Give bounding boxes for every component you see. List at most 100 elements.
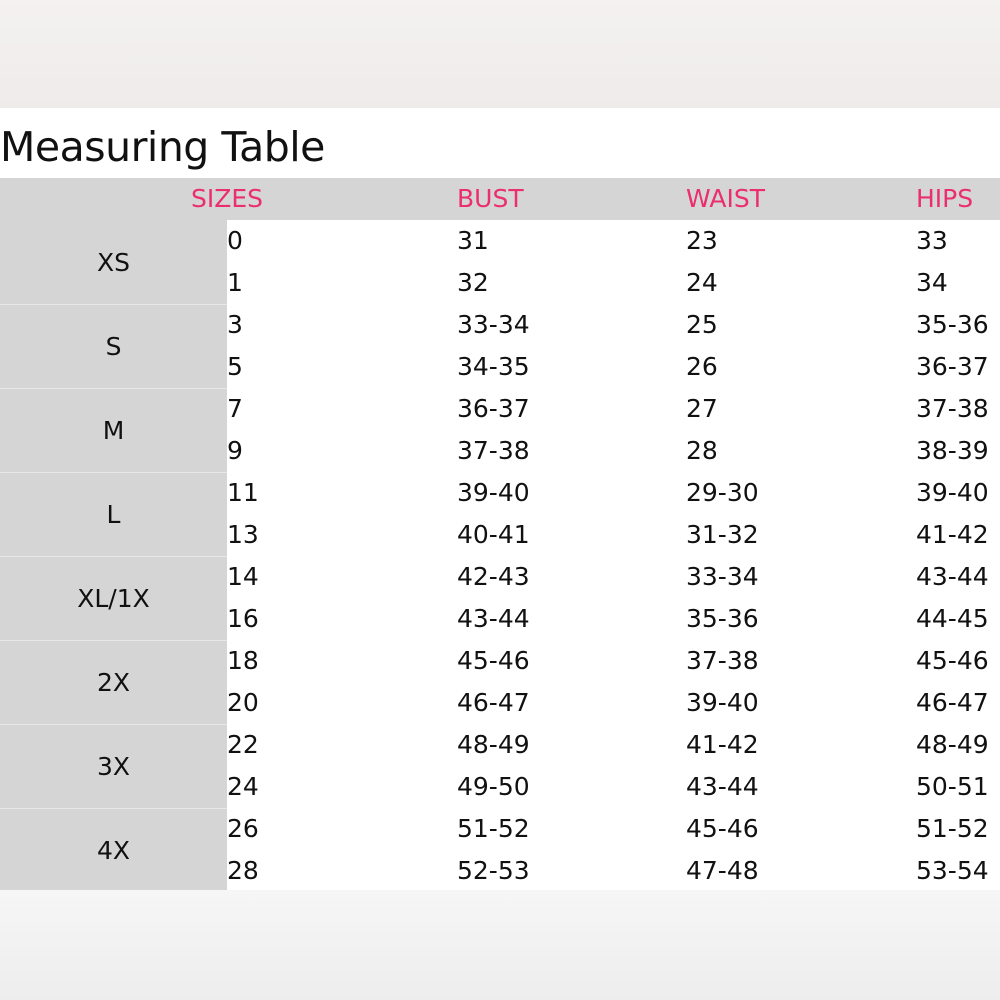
table-row: 1 32 24 34 bbox=[227, 262, 1000, 304]
size-group-label: 4X bbox=[0, 808, 227, 892]
hips-cell: 35-36 bbox=[916, 310, 989, 339]
size-number-cell: 3 bbox=[227, 310, 243, 339]
size-group-label: XS bbox=[97, 247, 130, 277]
waist-cell: 26 bbox=[686, 352, 718, 381]
size-group-label: 3X bbox=[0, 724, 227, 808]
size-number-cell: 20 bbox=[227, 688, 259, 717]
size-number-cell: 16 bbox=[227, 604, 259, 633]
bust-cell: 34-35 bbox=[457, 352, 530, 381]
waist-cell: 23 bbox=[686, 226, 718, 255]
size-number-cell: 1 bbox=[227, 268, 243, 297]
table-row: 22 48-49 41-42 48-49 bbox=[227, 724, 1000, 766]
bust-cell: 36-37 bbox=[457, 394, 530, 423]
waist-cell: 41-42 bbox=[686, 730, 759, 759]
waist-cell: 33-34 bbox=[686, 562, 759, 591]
size-number-cell: 5 bbox=[227, 352, 243, 381]
size-number-cell: 11 bbox=[227, 478, 259, 507]
size-number-cell: 24 bbox=[227, 772, 259, 801]
hips-cell: 45-46 bbox=[916, 646, 989, 675]
bust-cell: 52-53 bbox=[457, 856, 530, 885]
bust-cell: 43-44 bbox=[457, 604, 530, 633]
hips-cell: 37-38 bbox=[916, 394, 989, 423]
measuring-table-sheet: Measuring Table SIZES BUST WAIST HIPS XS… bbox=[0, 108, 1000, 890]
table-row: 9 37-38 28 38-39 bbox=[227, 430, 1000, 472]
table-row: 18 45-46 37-38 45-46 bbox=[227, 640, 1000, 682]
hips-cell: 53-54 bbox=[916, 856, 989, 885]
size-group-label: XL/1X bbox=[0, 556, 227, 640]
waist-cell: 37-38 bbox=[686, 646, 759, 675]
bust-cell: 32 bbox=[457, 268, 489, 297]
hips-cell: 41-42 bbox=[916, 520, 989, 549]
waist-cell: 28 bbox=[686, 436, 718, 465]
bust-cell: 40-41 bbox=[457, 520, 530, 549]
size-table: SIZES BUST WAIST HIPS XS S M L XL/1X 2X 3X 4X 0… bbox=[0, 178, 1000, 890]
size-group-label: 2X bbox=[0, 640, 227, 724]
bust-cell: 45-46 bbox=[457, 646, 530, 675]
table-row: 28 52-53 47-48 53-54 bbox=[227, 850, 1000, 892]
size-group-label: S bbox=[0, 304, 227, 388]
hips-cell: 36-37 bbox=[916, 352, 989, 381]
column-header-sizes: SIZES bbox=[190, 184, 264, 213]
table-body: 0 31 23 33 1 32 24 34 3 33-34 25 35-36 5 34-35 26 36-37… bbox=[227, 220, 1000, 890]
table-row: 14 42-43 33-34 43-44 bbox=[227, 556, 1000, 598]
column-header-hips: HIPS bbox=[916, 184, 974, 213]
table-row: 7 36-37 27 37-38 bbox=[227, 388, 1000, 430]
bust-cell: 39-40 bbox=[457, 478, 530, 507]
bust-cell: 31 bbox=[457, 226, 489, 255]
hips-cell: 38-39 bbox=[916, 436, 989, 465]
size-number-cell: 13 bbox=[227, 520, 259, 549]
table-row: 13 40-41 31-32 41-42 bbox=[227, 514, 1000, 556]
column-header-bust: BUST bbox=[457, 184, 524, 213]
table-row: 0 31 23 33 bbox=[227, 220, 1000, 262]
column-header-waist: WAIST bbox=[686, 184, 765, 213]
table-row: 20 46-47 39-40 46-47 bbox=[227, 682, 1000, 724]
size-number-cell: 7 bbox=[227, 394, 243, 423]
size-label-column: XS S M L XL/1X 2X 3X 4X bbox=[0, 220, 227, 890]
table-row: 11 39-40 29-30 39-40 bbox=[227, 472, 1000, 514]
hips-cell: 39-40 bbox=[916, 478, 989, 507]
size-number-cell: 14 bbox=[227, 562, 259, 591]
waist-cell: 31-32 bbox=[686, 520, 759, 549]
bust-cell: 46-47 bbox=[457, 688, 530, 717]
table-row: 5 34-35 26 36-37 bbox=[227, 346, 1000, 388]
size-number-cell: 18 bbox=[227, 646, 259, 675]
size-number-cell: 22 bbox=[227, 730, 259, 759]
waist-cell: 25 bbox=[686, 310, 718, 339]
size-group-label: M bbox=[0, 388, 227, 472]
waist-cell: 29-30 bbox=[686, 478, 759, 507]
bottom-background-band bbox=[0, 890, 1000, 1000]
size-number-cell: 9 bbox=[227, 436, 243, 465]
bust-cell: 37-38 bbox=[457, 436, 530, 465]
page-title: Measuring Table bbox=[0, 123, 325, 171]
waist-cell: 47-48 bbox=[686, 856, 759, 885]
waist-cell: 43-44 bbox=[686, 772, 759, 801]
hips-cell: 43-44 bbox=[916, 562, 989, 591]
bust-cell: 33-34 bbox=[457, 310, 530, 339]
hips-cell: 33 bbox=[916, 226, 948, 255]
bust-cell: 42-43 bbox=[457, 562, 530, 591]
bust-cell: 48-49 bbox=[457, 730, 530, 759]
table-row: 16 43-44 35-36 44-45 bbox=[227, 598, 1000, 640]
waist-cell: 24 bbox=[686, 268, 718, 297]
hips-cell: 46-47 bbox=[916, 688, 989, 717]
top-background-band bbox=[0, 0, 1000, 108]
size-group-label: L bbox=[0, 472, 227, 556]
table-header-row: SIZES BUST WAIST HIPS bbox=[0, 178, 1000, 220]
waist-cell: 27 bbox=[686, 394, 718, 423]
bust-cell: 49-50 bbox=[457, 772, 530, 801]
hips-cell: 44-45 bbox=[916, 604, 989, 633]
size-number-cell: 28 bbox=[227, 856, 259, 885]
waist-cell: 39-40 bbox=[686, 688, 759, 717]
table-row: 3 33-34 25 35-36 bbox=[227, 304, 1000, 346]
table-row: 26 51-52 45-46 51-52 bbox=[227, 808, 1000, 850]
waist-cell: 35-36 bbox=[686, 604, 759, 633]
waist-cell: 45-46 bbox=[686, 814, 759, 843]
hips-cell: 50-51 bbox=[916, 772, 989, 801]
hips-cell: 34 bbox=[916, 268, 948, 297]
bust-cell: 51-52 bbox=[457, 814, 530, 843]
table-row: 24 49-50 43-44 50-51 bbox=[227, 766, 1000, 808]
hips-cell: 51-52 bbox=[916, 814, 989, 843]
hips-cell: 48-49 bbox=[916, 730, 989, 759]
size-number-cell: 0 bbox=[227, 226, 243, 255]
size-number-cell: 26 bbox=[227, 814, 259, 843]
